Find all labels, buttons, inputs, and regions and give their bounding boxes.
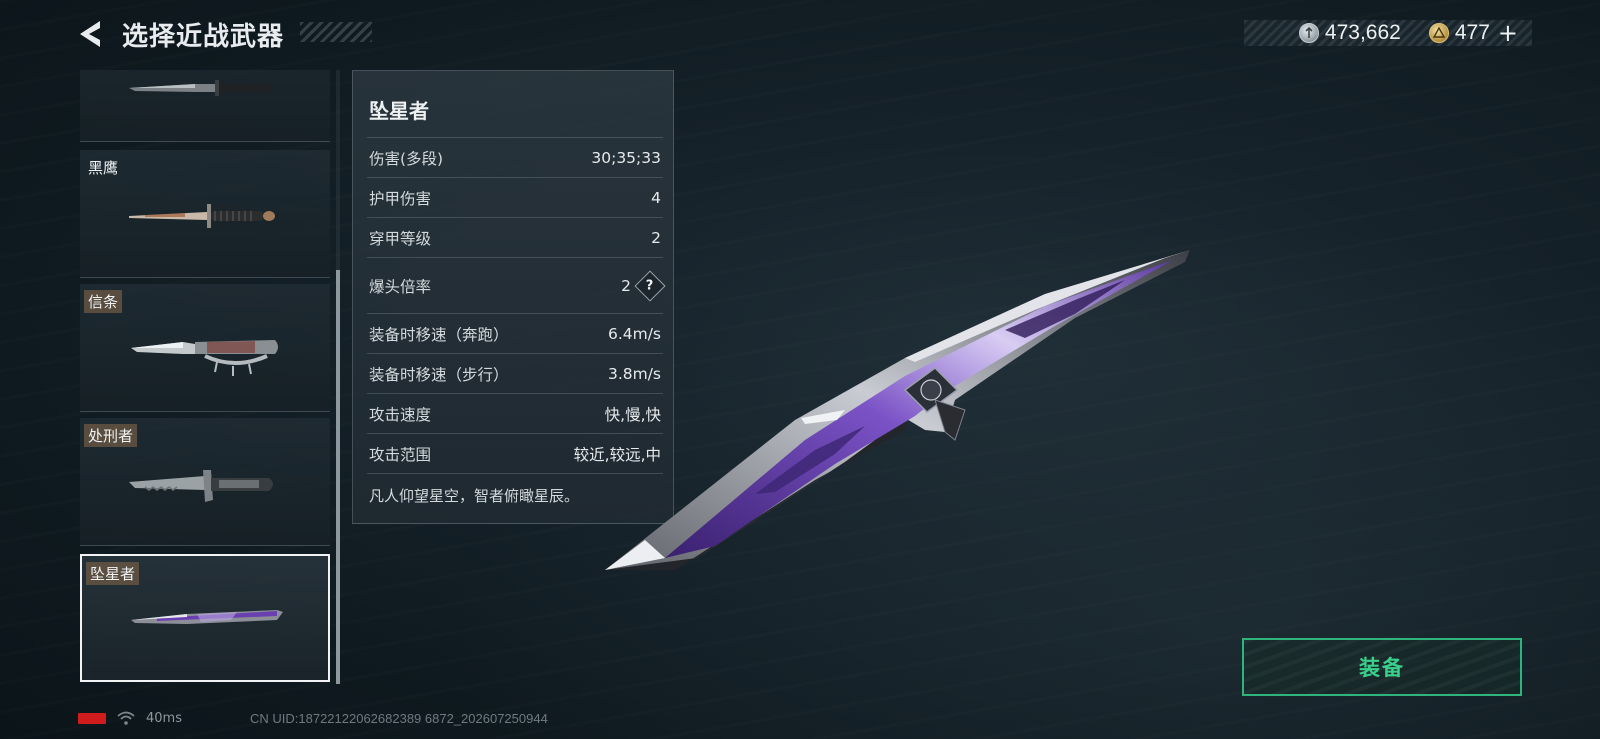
weapon-name: 坠星者 <box>369 99 429 123</box>
status-footer: 40ms CN UID:18722122062682389 6872_20260… <box>78 708 548 728</box>
equip-button-label: 装备 <box>1359 656 1405 680</box>
silver-currency: 473,662 <box>1298 21 1401 45</box>
weapon-card-name: 信条 <box>84 290 123 313</box>
stat-row-damage: 伤害(多段) 30;35;33 <box>367 137 663 177</box>
silver-coin-icon <box>1298 23 1319 43</box>
top-bar: 选择近战武器 473,662 477 + <box>0 0 1600 68</box>
stat-label: 装备时移速（奔跑） <box>369 325 509 344</box>
weapon-list-scrollbar[interactable] <box>336 70 340 684</box>
weapon-card[interactable]: 信条 <box>80 284 330 412</box>
back-button[interactable] <box>72 18 108 50</box>
stat-label: 护甲伤害 <box>369 189 432 208</box>
weapon-card[interactable]: 黑鹰 <box>80 150 330 278</box>
battery-icon <box>78 712 106 724</box>
black-hawk-knife-image <box>129 204 275 228</box>
stat-label: 攻击范围 <box>369 445 432 464</box>
stat-row-armor-damage: 护甲伤害 4 <box>367 177 663 217</box>
gold-currency[interactable]: 477 + <box>1428 21 1518 45</box>
stat-label: 穿甲等级 <box>369 229 432 248</box>
weapon-card[interactable] <box>80 70 330 142</box>
weapon-card[interactable]: 处刑者 <box>80 418 330 546</box>
weapon-card-name: 处刑者 <box>84 424 138 447</box>
wifi-icon <box>117 711 135 725</box>
stat-value: 4 <box>651 188 661 207</box>
user-uid: CN UID:18722122062682389 6872_2026072509… <box>249 710 548 726</box>
silver-currency-value: 473,662 <box>1324 21 1401 44</box>
creed-knife-image <box>131 340 278 376</box>
stat-label: 攻击速度 <box>369 405 432 424</box>
ping-value: 40ms <box>146 710 182 726</box>
equip-button[interactable]: 装备 <box>1242 638 1522 696</box>
scrollbar-thumb[interactable] <box>336 270 340 684</box>
stat-label: 装备时移速（步行） <box>369 365 509 384</box>
star-faller-knife-image <box>131 610 283 624</box>
weapon-3d-preview[interactable] <box>605 240 1225 600</box>
combat-knife-image <box>129 80 274 96</box>
currency-bar: 473,662 477 + <box>1244 20 1532 46</box>
weapon-card-name: 黑鹰 <box>88 159 119 177</box>
add-currency-button[interactable]: + <box>1498 21 1518 45</box>
stat-label: 伤害(多段) <box>369 149 444 168</box>
stat-label: 爆头倍率 <box>369 277 432 296</box>
gold-coin-icon <box>1428 23 1449 43</box>
weapon-card-name: 坠星者 <box>86 562 140 585</box>
stat-value: 30;35;33 <box>591 148 661 167</box>
page-title: 选择近战武器 <box>122 22 285 52</box>
back-arrow-icon <box>80 21 100 47</box>
executioner-knife-image <box>129 470 273 502</box>
weapon-card-selected[interactable]: 坠星者 <box>80 554 330 682</box>
title-decoration <box>300 22 372 42</box>
weapon-list[interactable]: 黑鹰 信条 处刑者 坠星者 <box>80 70 330 684</box>
gold-currency-value: 477 <box>1454 21 1490 44</box>
